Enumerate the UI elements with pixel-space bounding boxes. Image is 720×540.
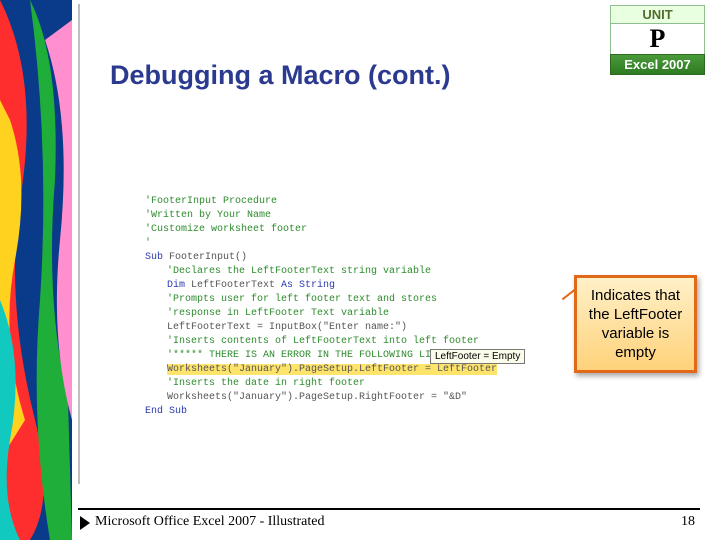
footer-rule (78, 508, 700, 510)
code-text: Worksheets("January").PageSetup.RightFoo… (145, 391, 540, 405)
code-text: LeftFooterText = InputBox("Enter name:") (145, 321, 540, 335)
debug-tooltip: LeftFooter = Empty (430, 349, 525, 364)
code-comment: ' (145, 238, 151, 249)
callout-box: Indicates that the LeftFooter variable i… (574, 275, 697, 373)
code-block: 'FooterInput Procedure 'Written by Your … (145, 195, 540, 419)
unit-letter: P (610, 24, 705, 54)
code-line: Dim LeftFooterText As String (145, 279, 540, 293)
vertical-rule (78, 4, 80, 484)
code-text: FooterInput() (169, 252, 247, 263)
page-title: Debugging a Macro (cont.) (110, 60, 451, 91)
unit-product: Excel 2007 (610, 54, 705, 75)
code-comment: 'Inserts the date in right footer (145, 377, 540, 391)
code-comment: 'Customize worksheet footer (145, 224, 307, 235)
code-comment: 'Prompts user for left footer text and s… (145, 293, 540, 307)
code-comment: 'FooterInput Procedure (145, 196, 277, 207)
code-keyword: End Sub (145, 406, 187, 417)
unit-badge: UNIT P Excel 2007 (610, 5, 705, 75)
code-comment: 'Written by Your Name (145, 210, 271, 221)
code-comment: 'response in LeftFooter Text variable (145, 307, 540, 321)
footer-caret-icon (80, 516, 90, 530)
code-keyword: Sub (145, 252, 169, 263)
decorative-art (0, 0, 72, 540)
code-highlight-line: Worksheets("January").PageSetup.LeftFoot… (145, 363, 540, 377)
footer-left: Microsoft Office Excel 2007 - Illustrate… (95, 514, 325, 530)
code-comment: 'Inserts contents of LeftFooterText into… (145, 335, 540, 349)
code-comment: 'Declares the LeftFooterText string vari… (145, 265, 540, 279)
footer-page: 18 (681, 514, 695, 530)
unit-label: UNIT (610, 5, 705, 24)
